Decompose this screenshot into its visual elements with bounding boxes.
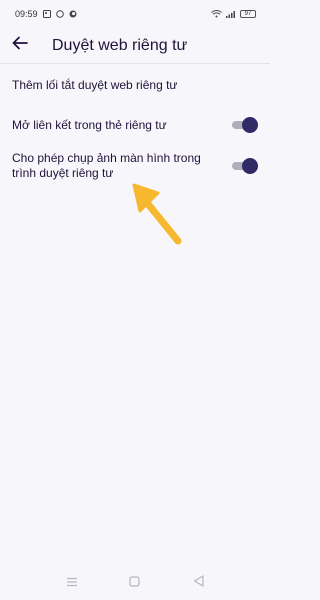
status-bar: 09:59 97 [0, 0, 270, 28]
back-button[interactable] [0, 28, 40, 64]
home-square-icon [129, 574, 141, 592]
add-private-shortcut-item[interactable]: Thêm lối tắt duyệt web riêng tư [0, 65, 270, 105]
back-triangle-icon [193, 574, 204, 592]
app-bar: Duyệt web riêng tư [0, 28, 270, 64]
home-button[interactable] [125, 573, 145, 593]
firefox-icon [69, 10, 77, 18]
open-links-private-tab-item[interactable]: Mở liên kết trong thẻ riêng tư [0, 105, 270, 145]
back-nav-button[interactable] [188, 573, 208, 593]
back-arrow-icon [12, 36, 28, 55]
toggle-thumb [242, 158, 258, 174]
page-title: Duyệt web riêng tư [52, 36, 188, 54]
status-time: 09:59 [15, 9, 38, 19]
settings-list: Thêm lối tắt duyệt web riêng tư Mở liên … [0, 65, 270, 187]
signal-icon [226, 10, 236, 18]
system-nav-bar [0, 566, 270, 600]
battery-level: 97 [244, 11, 252, 17]
wifi-icon [211, 10, 222, 18]
photo-icon [42, 10, 51, 18]
allow-screenshots-toggle[interactable] [232, 158, 258, 174]
battery-icon: 97 [240, 10, 256, 18]
annotation-arrow-icon [132, 183, 182, 245]
open-links-private-tab-toggle[interactable] [232, 117, 258, 133]
status-right: 97 [211, 10, 256, 18]
status-left: 09:59 [15, 9, 77, 19]
menu-icon [66, 574, 78, 592]
toggle-thumb [242, 117, 258, 133]
add-private-shortcut-label: Thêm lối tắt duyệt web riêng tư [12, 77, 178, 92]
recent-apps-button[interactable] [62, 573, 82, 593]
whatsapp-icon [55, 10, 64, 18]
open-links-private-tab-label: Mở liên kết trong thẻ riêng tư [12, 117, 167, 132]
